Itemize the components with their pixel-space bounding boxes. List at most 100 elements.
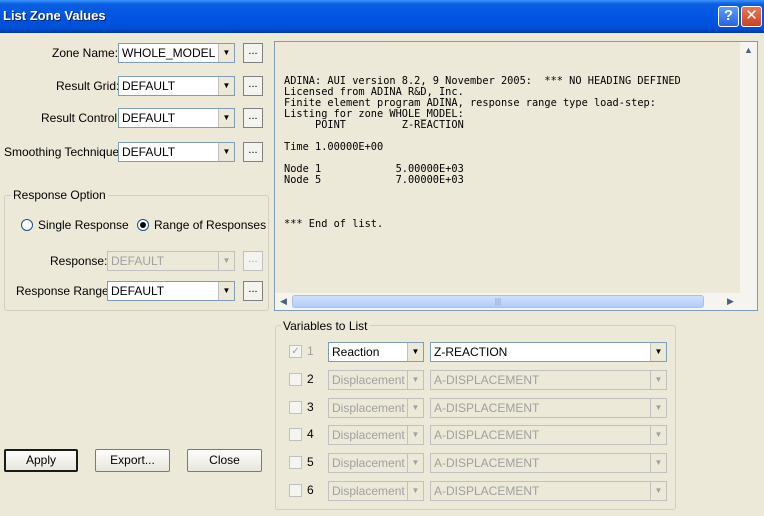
chevron-down-icon[interactable]: ▼	[218, 282, 234, 300]
variable-5-type-select: Displacement ▼	[328, 453, 424, 473]
variable-3-component-select: A-DISPLACEMENT ▼	[430, 398, 667, 418]
result-grid-select[interactable]: DEFAULT ▼	[118, 76, 235, 96]
zone-name-label: Zone Name:	[52, 46, 119, 60]
variable-component-value: A-DISPLACEMENT	[434, 428, 540, 442]
variable-1-number: 1	[307, 344, 314, 358]
radio-selected-dot	[140, 222, 146, 228]
help-button[interactable]: ?	[718, 6, 739, 27]
list-zone-values-dialog: List Zone Values ? ✕ Zone Name: WHOLE_MO…	[0, 0, 764, 516]
variable-2-checkbox[interactable]	[289, 373, 302, 386]
variable-5-checkbox[interactable]	[289, 456, 302, 469]
title-bar[interactable]: List Zone Values ? ✕	[0, 0, 764, 33]
range-of-responses-radio[interactable]	[137, 219, 149, 231]
chevron-down-icon: ▼	[218, 252, 234, 270]
window-close-button[interactable]: ✕	[741, 6, 762, 27]
close-button[interactable]: Close	[187, 449, 262, 472]
result-control-browse-button[interactable]: ...	[243, 108, 263, 128]
variable-6-checkbox[interactable]	[289, 484, 302, 497]
zone-name-browse-button[interactable]: ...	[243, 43, 263, 63]
arrow-left-icon[interactable]: ◀	[275, 293, 292, 310]
response-range-value: DEFAULT	[111, 284, 165, 298]
response-range-label: Response Range:	[16, 284, 113, 298]
variable-1-checkbox[interactable]: ✓	[289, 345, 302, 358]
variable-component-value: A-DISPLACEMENT	[434, 456, 540, 470]
arrow-right-icon[interactable]: ▶	[722, 293, 739, 310]
response-range-browse-button[interactable]: ...	[243, 281, 263, 301]
variable-6-component-select: A-DISPLACEMENT ▼	[430, 481, 667, 501]
result-grid-label: Result Grid:	[56, 79, 120, 93]
chevron-down-icon[interactable]: ▼	[218, 109, 234, 127]
variable-4-number: 4	[307, 427, 314, 441]
variable-type-value: Displacement	[332, 456, 405, 470]
variable-4-checkbox[interactable]	[289, 428, 302, 441]
variable-1-type-select[interactable]: Reaction ▼	[328, 342, 424, 362]
chevron-down-icon: ▼	[650, 482, 666, 500]
chevron-down-icon[interactable]: ▼	[650, 343, 666, 361]
variable-component-value: Z-REACTION	[434, 345, 508, 359]
result-grid-browse-button[interactable]: ...	[243, 76, 263, 96]
chevron-down-icon: ▼	[407, 399, 423, 417]
zone-name-select[interactable]: WHOLE_MODEL ▼	[118, 43, 235, 63]
variable-2-type-select: Displacement ▼	[328, 370, 424, 390]
chevron-down-icon: ▼	[407, 426, 423, 444]
listing-output[interactable]: ADINA: AUI version 8.2, 9 November 2005:…	[274, 41, 758, 311]
response-range-select[interactable]: DEFAULT ▼	[107, 281, 235, 301]
apply-button[interactable]: Apply	[4, 449, 78, 472]
single-response-label[interactable]: Single Response	[38, 218, 129, 232]
chevron-down-icon: ▼	[407, 371, 423, 389]
variable-component-value: A-DISPLACEMENT	[434, 484, 540, 498]
chevron-down-icon: ▼	[650, 426, 666, 444]
variable-type-value: Reaction	[332, 345, 380, 359]
single-response-radio[interactable]	[21, 219, 33, 231]
result-grid-value: DEFAULT	[122, 79, 176, 93]
range-of-responses-label[interactable]: Range of Responses	[154, 218, 266, 232]
variable-6-type-select: Displacement ▼	[328, 481, 424, 501]
scrollbar-thumb[interactable]: |||	[292, 295, 704, 308]
response-value: DEFAULT	[111, 254, 165, 268]
variable-2-number: 2	[307, 372, 314, 386]
variable-component-value: A-DISPLACEMENT	[434, 373, 540, 387]
result-control-label: Result Control:	[41, 111, 121, 125]
chevron-down-icon[interactable]: ▼	[407, 343, 423, 361]
arrow-up-icon[interactable]: ▲	[740, 42, 757, 59]
result-control-select[interactable]: DEFAULT ▼	[118, 108, 235, 128]
chevron-down-icon: ▼	[407, 482, 423, 500]
smoothing-technique-value: DEFAULT	[122, 145, 176, 159]
listing-text: ADINA: AUI version 8.2, 9 November 2005:…	[284, 75, 681, 230]
variable-3-number: 3	[307, 400, 314, 414]
variable-type-value: Displacement	[332, 428, 405, 442]
chevron-down-icon[interactable]: ▼	[218, 77, 234, 95]
variable-3-type-select: Displacement ▼	[328, 398, 424, 418]
close-icon: ✕	[745, 7, 758, 24]
variable-type-value: Displacement	[332, 401, 405, 415]
variable-3-checkbox[interactable]	[289, 401, 302, 414]
horizontal-scrollbar[interactable]: ◀ ||| ▶	[275, 293, 757, 310]
chevron-down-icon[interactable]: ▼	[218, 44, 234, 62]
chevron-down-icon: ▼	[650, 371, 666, 389]
smoothing-technique-browse-button[interactable]: ...	[243, 142, 263, 162]
smoothing-technique-select[interactable]: DEFAULT ▼	[118, 142, 235, 162]
help-icon: ?	[723, 7, 734, 24]
variable-component-value: A-DISPLACEMENT	[434, 401, 540, 415]
variable-1-component-select[interactable]: Z-REACTION ▼	[430, 342, 667, 362]
response-label: Response:	[50, 254, 108, 268]
variable-type-value: Displacement	[332, 484, 405, 498]
window-title: List Zone Values	[3, 8, 106, 23]
zone-name-value: WHOLE_MODEL	[122, 46, 216, 60]
variable-2-component-select: A-DISPLACEMENT ▼	[430, 370, 667, 390]
smoothing-technique-label: Smoothing Technique:	[4, 145, 123, 159]
response-option-group-label: Response Option	[11, 188, 108, 202]
variable-5-number: 5	[307, 455, 314, 469]
variables-group-label: Variables to List	[281, 319, 370, 333]
export-button[interactable]: Export...	[95, 449, 170, 472]
response-select: DEFAULT ▼	[107, 251, 235, 271]
variable-type-value: Displacement	[332, 373, 405, 387]
variable-6-number: 6	[307, 483, 314, 497]
chevron-down-icon[interactable]: ▼	[218, 143, 234, 161]
response-browse-button: ...	[243, 251, 263, 271]
variable-4-component-select: A-DISPLACEMENT ▼	[430, 425, 667, 445]
variable-5-component-select: A-DISPLACEMENT ▼	[430, 453, 667, 473]
vertical-scrollbar[interactable]: ▲	[740, 42, 757, 294]
variable-4-type-select: Displacement ▼	[328, 425, 424, 445]
chevron-down-icon: ▼	[407, 454, 423, 472]
